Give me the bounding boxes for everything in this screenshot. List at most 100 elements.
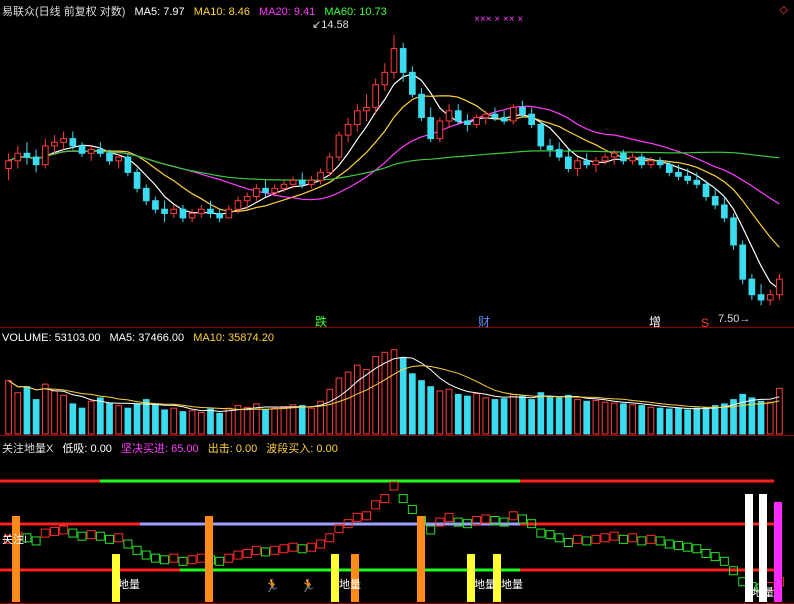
candle <box>574 157 581 177</box>
candle <box>711 188 719 210</box>
candle-body <box>289 179 297 185</box>
indicator-box <box>49 527 59 537</box>
candle-body <box>675 171 682 177</box>
volume-bar <box>161 409 168 435</box>
candle <box>353 104 361 132</box>
indicator-box <box>196 553 206 563</box>
candle <box>528 107 535 128</box>
volume-bar <box>326 388 334 435</box>
diliang-label: 地量 <box>118 578 140 591</box>
candle-body <box>87 149 95 154</box>
candle <box>32 149 40 173</box>
candle-body <box>216 213 223 219</box>
candle <box>152 196 159 214</box>
indicator-box <box>31 536 41 546</box>
indicator-box <box>719 556 729 566</box>
indicator-box <box>270 545 280 555</box>
volume-bar <box>656 407 664 435</box>
candle-body <box>721 204 728 219</box>
candle-body <box>592 160 600 166</box>
candle-body <box>142 187 150 202</box>
candle-body <box>51 141 58 147</box>
xx-marks: ××× × ×× × <box>474 14 523 25</box>
candle <box>629 153 636 165</box>
volume-bar <box>757 400 765 435</box>
volume-bar <box>142 399 150 435</box>
indicator-box <box>40 528 50 538</box>
indicator-box <box>646 534 656 544</box>
volume-bar <box>188 410 196 435</box>
candle <box>60 131 67 150</box>
candle-body <box>335 134 343 158</box>
volume-bar <box>225 407 233 435</box>
volume-bar <box>665 408 673 435</box>
candle <box>656 157 664 169</box>
indicator-box <box>380 494 390 504</box>
volume-bar <box>353 364 361 435</box>
volume-bar <box>638 405 646 435</box>
indicator-box <box>68 528 78 538</box>
volume-bar <box>308 407 315 435</box>
candle-body <box>528 113 535 125</box>
volume-bar <box>133 403 141 435</box>
indicator-box <box>573 534 583 544</box>
indicator-box <box>637 536 647 546</box>
volume-bar <box>207 408 214 435</box>
indicator-box <box>77 531 87 541</box>
candle <box>308 176 315 189</box>
indicator-box <box>169 553 179 563</box>
candle <box>684 168 691 185</box>
candle-body <box>69 138 77 147</box>
indicator-box <box>407 505 417 515</box>
candle <box>509 104 517 125</box>
candle <box>41 138 49 169</box>
volume-bar <box>748 397 756 435</box>
ma10-line <box>8 95 780 248</box>
candle-body <box>638 156 646 166</box>
candle-body <box>399 48 407 73</box>
volume-bar <box>262 409 269 435</box>
candle <box>427 107 435 143</box>
candle-body <box>381 71 389 86</box>
candle-body <box>353 110 361 125</box>
candle <box>638 153 646 169</box>
volume-bar <box>23 386 31 435</box>
ma20-line <box>8 105 780 205</box>
candle-body <box>684 175 691 181</box>
indicator-box <box>251 545 261 555</box>
candle-body <box>766 294 774 301</box>
candle <box>482 110 490 125</box>
indicator-signal-bar <box>351 554 359 602</box>
candle <box>51 135 58 154</box>
candle <box>436 117 444 143</box>
chart-annotations: ↙14.587.50→××× × ×× ×跌财增 S关注!地量 地量 地量 地量地量🏃 🏃 <box>2 14 774 599</box>
indicator-signal-bar <box>205 516 213 602</box>
volume-bar <box>298 405 306 435</box>
indicator-box <box>426 525 436 535</box>
indicator-box <box>352 512 362 522</box>
indicator-box <box>187 555 197 565</box>
indicator-box <box>178 556 188 566</box>
volume-bar <box>170 407 178 435</box>
candle-body <box>509 106 517 122</box>
candle-body <box>115 156 123 162</box>
kline-chart[interactable]: ↙14.587.50→××× × ×× ×跌财增 S关注!地量 地量 地量 地量地量🏃 🏃 <box>0 0 794 604</box>
indicator-box <box>444 512 454 522</box>
volume-bar <box>14 392 22 435</box>
candle <box>225 204 233 219</box>
candle <box>124 153 132 177</box>
indicator-box <box>517 514 527 524</box>
indicator-box <box>545 530 555 540</box>
indicator-box <box>316 539 326 549</box>
volume-bar <box>152 404 159 435</box>
candle-body <box>106 152 113 162</box>
candle <box>601 153 609 165</box>
candle-body <box>14 152 22 162</box>
volume-bar <box>583 400 591 435</box>
candle <box>97 142 104 158</box>
indicator-signal-bar <box>774 502 782 602</box>
candle-body <box>308 179 315 185</box>
candle-body <box>344 123 352 136</box>
volume-bar <box>197 412 205 435</box>
candle-body <box>161 208 168 215</box>
